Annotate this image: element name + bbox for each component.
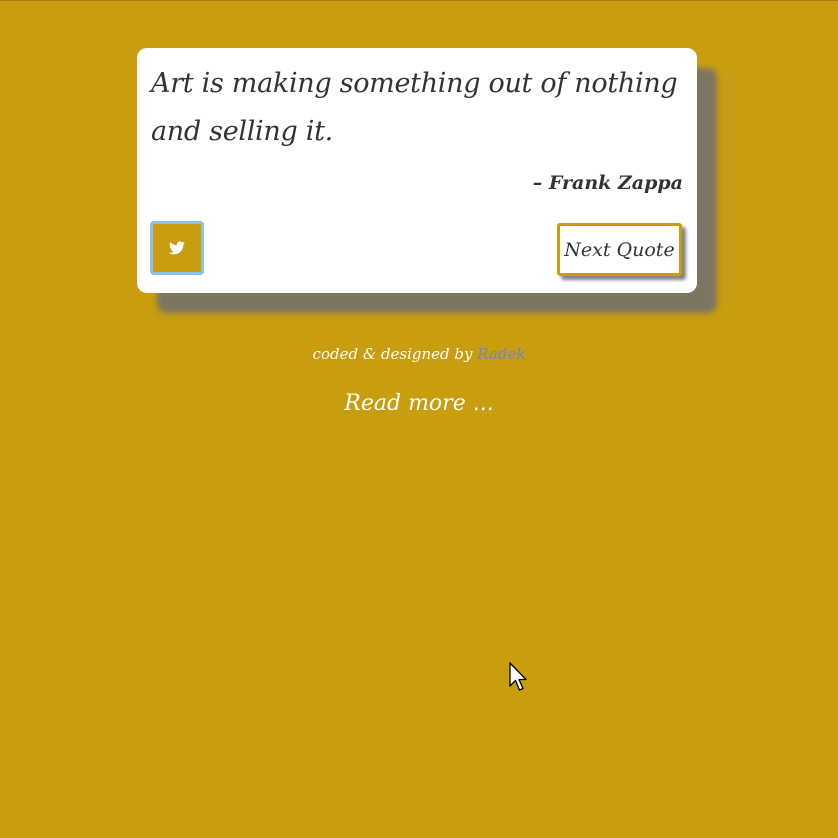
- credits: coded & designed by Radek: [0, 345, 838, 363]
- credits-text: coded & designed by: [312, 345, 478, 363]
- quote-text: Art is making something out of nothing a…: [151, 68, 678, 147]
- quote-card: Art is making something out of nothing a…: [137, 48, 697, 293]
- read-more-link[interactable]: Read more ...: [0, 391, 838, 416]
- tweet-button[interactable]: [150, 221, 204, 275]
- mouse-cursor-icon: [509, 662, 527, 691]
- quote-author: – Frank Zappa: [532, 172, 683, 194]
- author-link[interactable]: Radek: [477, 345, 525, 363]
- twitter-bird-icon: [169, 241, 185, 255]
- next-quote-button[interactable]: Next Quote: [557, 223, 682, 276]
